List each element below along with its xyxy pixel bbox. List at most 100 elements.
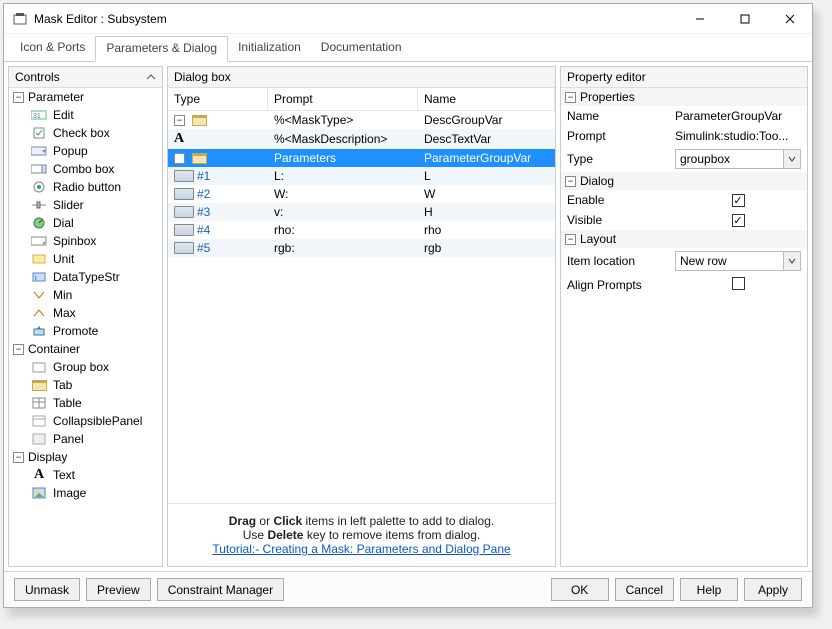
table-row[interactable]: #5 rgb: rgb [168,239,555,257]
property-editor-panel: Property editor −Properties Name Paramet… [560,66,808,567]
dialog-table-body[interactable]: − %<MaskType> DescGroupVar A %<MaskDescr… [168,111,555,503]
control-min[interactable]: Min [9,286,162,304]
prop-row-alignprompts: Align Prompts [561,274,807,296]
window-title: Mask Editor : Subsystem [34,12,677,26]
apply-button[interactable]: Apply [744,578,802,601]
tab-icon-ports[interactable]: Icon & Ports [10,36,95,61]
control-spinbox[interactable]: Spinbox [9,232,162,250]
ok-button[interactable]: OK [551,578,609,601]
preview-button[interactable]: Preview [86,578,151,601]
collapse-icon[interactable]: − [13,452,24,463]
unmask-button[interactable]: Unmask [14,578,80,601]
itemlocation-select[interactable]: New row [675,251,801,271]
control-edit[interactable]: 31Edit [9,106,162,124]
radio-icon [31,180,47,194]
col-name[interactable]: Name [418,88,555,110]
collapse-icon[interactable]: − [174,153,185,164]
controls-group-container[interactable]: − Container [9,340,162,358]
table-icon [31,396,47,410]
checkbox-icon [31,126,47,140]
enable-checkbox[interactable]: ✓ [732,194,745,207]
dial-icon [31,216,47,230]
dialog-hint: Drag or Click items in left palette to a… [168,503,555,566]
control-max[interactable]: Max [9,304,162,322]
chevron-down-icon[interactable] [783,252,800,270]
control-collapsiblepanel[interactable]: CollapsiblePanel [9,412,162,430]
titlebar: Mask Editor : Subsystem [4,4,812,34]
prop-group-dialog[interactable]: −Dialog [561,172,807,190]
alignprompts-checkbox[interactable] [732,277,745,290]
table-row[interactable]: − %<MaskType> DescGroupVar [168,111,555,129]
control-image[interactable]: Image [9,484,162,502]
table-row[interactable]: #1 L: L [168,167,555,185]
control-table[interactable]: Table [9,394,162,412]
tutorial-link[interactable]: Tutorial:- Creating a Mask: Parameters a… [212,542,510,556]
col-prompt[interactable]: Prompt [268,88,418,110]
collapse-icon[interactable]: − [174,115,185,126]
cancel-button[interactable]: Cancel [615,578,674,601]
controls-group-display[interactable]: − Display [9,448,162,466]
table-row-selected[interactable]: − Parameters ParameterGroupVar [168,149,555,167]
collapse-icon[interactable]: − [565,92,576,103]
table-row[interactable]: #2 W: W [168,185,555,203]
tab-documentation[interactable]: Documentation [311,36,412,61]
close-button[interactable] [767,4,812,34]
prop-row-type: Type groupbox [561,146,807,172]
control-unit[interactable]: Unit [9,250,162,268]
table-row[interactable]: #4 rho: rho [168,221,555,239]
edit-param-icon [174,188,194,200]
table-row[interactable]: A %<MaskDescription> DescTextVar [168,129,555,149]
control-checkbox[interactable]: Check box [9,124,162,142]
help-button[interactable]: Help [680,578,738,601]
control-groupbox[interactable]: Group box [9,358,162,376]
collapse-icon[interactable]: − [565,234,576,245]
collapse-icon[interactable]: − [565,176,576,187]
minimize-button[interactable] [677,4,722,34]
prop-value-prompt[interactable]: Simulink:studio:Too... [675,129,801,143]
prop-group-layout[interactable]: −Layout [561,230,807,248]
control-panel[interactable]: Panel [9,430,162,448]
controls-panel: Controls − Parameter 31Edit Check box Po… [8,66,163,567]
text-glyph-icon: A [174,131,184,147]
control-slider[interactable]: Slider [9,196,162,214]
control-dial[interactable]: Dial [9,214,162,232]
chevron-down-icon[interactable] [783,150,800,168]
edit-param-icon [174,170,194,182]
popup-icon [31,144,47,158]
collapse-icon[interactable]: − [13,344,24,355]
control-text[interactable]: AText [9,466,162,484]
panel-icon [31,432,47,446]
edit-param-icon [174,224,194,236]
prop-row-prompt: Prompt Simulink:studio:Too... [561,126,807,146]
dialog-table-header: Type Prompt Name [168,88,555,111]
prop-value-name[interactable]: ParameterGroupVar [675,109,801,123]
edit-param-icon [174,206,194,218]
constraint-manager-button[interactable]: Constraint Manager [157,578,284,601]
tab-parameters-dialog[interactable]: Parameters & Dialog [95,36,228,62]
footer-bar: Unmask Preview Constraint Manager OK Can… [4,571,812,607]
min-icon [31,288,47,302]
controls-group-parameter[interactable]: − Parameter [9,88,162,106]
visible-checkbox[interactable]: ✓ [732,214,745,227]
control-radio[interactable]: Radio button [9,178,162,196]
control-popup[interactable]: Popup [9,142,162,160]
control-tab[interactable]: Tab [9,376,162,394]
text-icon: A [31,468,47,482]
table-row[interactable]: #3 v: H [168,203,555,221]
collapsiblepanel-icon [31,414,47,428]
control-datatypestr[interactable]: iDataTypeStr [9,268,162,286]
control-combobox[interactable]: Combo box [9,160,162,178]
type-select[interactable]: groupbox [675,149,801,169]
max-icon [31,306,47,320]
collapse-icon[interactable]: − [13,92,24,103]
tab-initialization[interactable]: Initialization [228,36,311,61]
control-promote[interactable]: Promote [9,322,162,340]
prop-group-properties[interactable]: −Properties [561,88,807,106]
col-type[interactable]: Type [168,88,268,110]
property-editor-title: Property editor [561,67,807,88]
controls-up-icon[interactable] [146,72,156,82]
prop-row-enable: Enable ✓ [561,190,807,210]
main-area: Controls − Parameter 31Edit Check box Po… [4,62,812,571]
maximize-button[interactable] [722,4,767,34]
tab-icon [31,378,47,392]
